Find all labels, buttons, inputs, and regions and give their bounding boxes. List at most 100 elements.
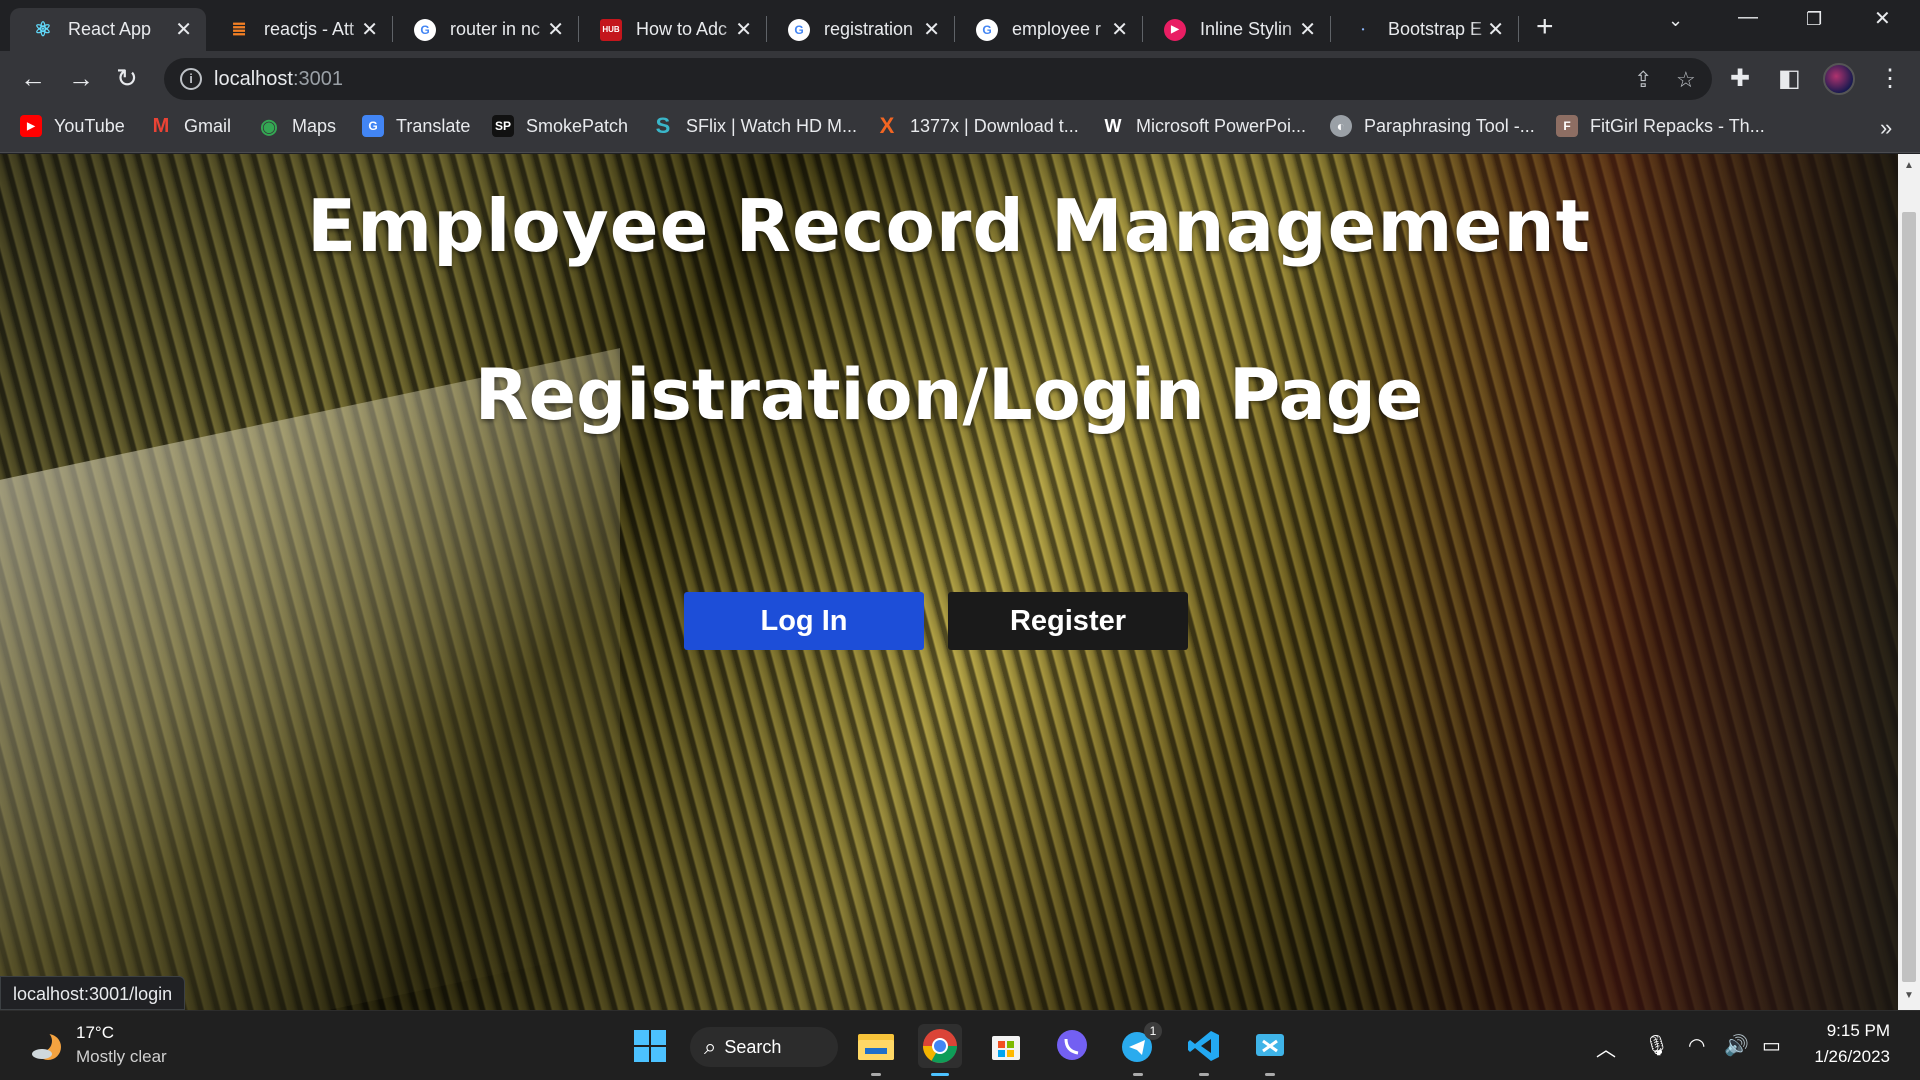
microsoft-store-icon[interactable] bbox=[984, 1024, 1028, 1068]
youtube-icon: ▶ bbox=[20, 115, 42, 137]
page-scrollbar[interactable]: ▲ ▼ bbox=[1898, 154, 1920, 1010]
close-icon[interactable]: ✕ bbox=[735, 17, 752, 42]
bookmark-translate[interactable]: G Translate bbox=[362, 115, 470, 137]
telegram-icon[interactable]: 1 bbox=[1116, 1022, 1162, 1076]
scroll-down-icon[interactable]: ▼ bbox=[1904, 990, 1914, 1001]
bookmark-label: YouTube bbox=[54, 115, 125, 136]
weather-temperature[interactable]: 17°C bbox=[76, 1023, 114, 1043]
share-icon[interactable]: ⇪ bbox=[1634, 67, 1652, 93]
windows-taskbar: 17°C Mostly clear ⌕ Search 1 ︿ 🎙 ◠ 🔊 ▭ 9… bbox=[0, 1010, 1920, 1080]
bookmark-maps[interactable]: ◉ Maps bbox=[258, 115, 337, 138]
volume-icon[interactable]: 🔊 bbox=[1724, 1033, 1749, 1058]
profile-avatar[interactable] bbox=[1823, 63, 1855, 95]
bookmark-label: Translate bbox=[396, 115, 471, 136]
address-url[interactable]: localhost:3001 bbox=[214, 68, 343, 91]
clock-time[interactable]: 9:15 PM bbox=[1806, 1021, 1890, 1041]
close-icon[interactable]: ✕ bbox=[923, 17, 940, 42]
tab-reactjs[interactable]: ≣ reactjs - Att ✕ bbox=[206, 8, 392, 51]
close-icon[interactable]: ✕ bbox=[361, 17, 378, 42]
extensions-puzzle-icon[interactable]: ✚ bbox=[1730, 64, 1750, 93]
bookmark-label: Maps bbox=[292, 115, 337, 136]
site-info-icon[interactable]: i bbox=[180, 68, 202, 90]
forward-arrow-icon[interactable]: → bbox=[68, 63, 94, 94]
window-close-icon[interactable]: ✕ bbox=[1874, 6, 1891, 31]
url-host: localhost bbox=[214, 68, 293, 90]
background-record-shelf-right bbox=[1330, 154, 1898, 1010]
close-icon[interactable]: ✕ bbox=[1487, 17, 1504, 42]
page-title: Employee Record Management bbox=[306, 184, 1592, 268]
menu-kebab-icon[interactable]: ⋮ bbox=[1878, 64, 1902, 93]
tab-search-chevron-icon[interactable]: ⌄ bbox=[1668, 10, 1683, 31]
reload-icon[interactable]: ↻ bbox=[116, 63, 138, 94]
scrollbar-thumb[interactable] bbox=[1902, 212, 1916, 982]
bookmark-label: SFlix | Watch HD M... bbox=[686, 115, 858, 136]
tab-strip: ⚛ React App ✕ ≣ reactjs - Att ✕ G router… bbox=[0, 0, 1920, 51]
restore-icon[interactable]: ❐ bbox=[1806, 9, 1822, 30]
bookmark-label: Gmail bbox=[184, 115, 232, 136]
address-bar[interactable]: i localhost:3001 ⇪ ☆ bbox=[164, 58, 1712, 100]
globe-icon: ◐ bbox=[1330, 115, 1352, 137]
register-button[interactable]: Register bbox=[948, 592, 1188, 650]
new-tab-plus-icon[interactable]: + bbox=[1536, 10, 1554, 44]
scroll-up-icon[interactable]: ▲ bbox=[1904, 160, 1914, 171]
bookmark-label: FitGirl Repacks - Th... bbox=[1590, 115, 1765, 136]
bookmark-smokepatch[interactable]: SP SmokePatch bbox=[492, 115, 628, 137]
weather-moon-icon[interactable] bbox=[28, 1027, 64, 1063]
close-icon[interactable]: ✕ bbox=[1111, 17, 1128, 42]
notification-badge: 1 bbox=[1144, 1022, 1162, 1040]
tab-how-to[interactable]: HUB How to Adc ✕ bbox=[578, 8, 766, 51]
close-icon[interactable]: ✕ bbox=[175, 17, 192, 42]
back-arrow-icon[interactable]: ← bbox=[20, 63, 46, 94]
tab-registration[interactable]: G registration ✕ bbox=[766, 8, 954, 51]
bookmark-powerpoint[interactable]: W Microsoft PowerPoi... bbox=[1102, 115, 1307, 137]
bookmark-sflix[interactable]: S SFlix | Watch HD M... bbox=[652, 113, 858, 138]
tab-router[interactable]: G router in nc ✕ bbox=[392, 8, 578, 51]
search-icon: ⌕ bbox=[704, 1034, 717, 1059]
bookmark-star-icon[interactable]: ☆ bbox=[1676, 67, 1696, 93]
chrome-icon[interactable] bbox=[918, 1024, 962, 1076]
tab-react-app[interactable]: ⚛ React App ✕ bbox=[10, 8, 206, 51]
bookmark-paraphrasing[interactable]: ◐ Paraphrasing Tool -... bbox=[1330, 115, 1535, 137]
tray-overflow-chevron-icon[interactable]: ︿ bbox=[1596, 1033, 1616, 1062]
bookmark-label: Paraphrasing Tool -... bbox=[1364, 115, 1535, 136]
viber-icon[interactable] bbox=[1050, 1024, 1094, 1068]
tab-title: reactjs - Att bbox=[264, 19, 355, 39]
tab-employee[interactable]: G employee r ✕ bbox=[954, 8, 1142, 51]
login-button[interactable]: Log In bbox=[684, 592, 924, 650]
taskbar-search[interactable]: ⌕ Search bbox=[690, 1027, 838, 1067]
bookmark-1377x[interactable]: X 1377x | Download t... bbox=[876, 113, 1079, 138]
weather-description[interactable]: Mostly clear bbox=[76, 1047, 167, 1067]
wifi-icon[interactable]: ◠ bbox=[1688, 1033, 1705, 1058]
running-indicator bbox=[1199, 1073, 1209, 1076]
tab-title: How to Adc bbox=[636, 19, 728, 39]
bookmark-youtube[interactable]: ▶ YouTube bbox=[20, 115, 125, 137]
clock-date[interactable]: 1/26/2023 bbox=[1796, 1047, 1890, 1067]
tab-bootstrap[interactable]: • Bootstrap E ✕ bbox=[1330, 8, 1518, 51]
bookmarks-bar: ▶ YouTube M Gmail ◉ Maps G Translate SP … bbox=[0, 105, 1920, 153]
tab-inline-styling[interactable]: ▶ Inline Stylin ✕ bbox=[1142, 8, 1330, 51]
minimize-icon[interactable]: — bbox=[1738, 6, 1758, 29]
running-indicator bbox=[1265, 1073, 1275, 1076]
active-indicator bbox=[931, 1073, 949, 1076]
hub-icon: HUB bbox=[600, 18, 622, 41]
bookmarks-overflow-icon[interactable]: » bbox=[1880, 115, 1892, 141]
running-indicator bbox=[1133, 1073, 1143, 1076]
page-content: Employee Record Management Registration/… bbox=[0, 154, 1898, 1010]
browser-toolbar: ← → ↻ i localhost:3001 ⇪ ☆ ✚ ◧ ⋮ bbox=[0, 51, 1920, 105]
snipping-tool-icon[interactable] bbox=[1248, 1024, 1292, 1076]
file-explorer-icon[interactable] bbox=[854, 1024, 898, 1076]
start-windows-icon[interactable] bbox=[628, 1024, 672, 1068]
bookmark-fitgirl[interactable]: F FitGirl Repacks - Th... bbox=[1556, 115, 1765, 137]
microphone-icon[interactable]: 🎙 bbox=[1644, 1033, 1669, 1058]
side-panel-icon[interactable]: ◧ bbox=[1778, 64, 1801, 93]
vscode-icon[interactable] bbox=[1182, 1024, 1226, 1076]
bookmark-label: 1377x | Download t... bbox=[910, 115, 1079, 136]
close-icon[interactable]: ✕ bbox=[1299, 17, 1316, 42]
status-bubble-url: localhost:3001/login bbox=[0, 976, 186, 1010]
loading-icon: • bbox=[1361, 25, 1365, 34]
bookmark-gmail[interactable]: M Gmail bbox=[150, 115, 231, 137]
stackoverflow-icon: ≣ bbox=[231, 19, 247, 39]
battery-icon[interactable]: ▭ bbox=[1762, 1033, 1781, 1058]
tab-title: router in nc bbox=[450, 19, 541, 39]
close-icon[interactable]: ✕ bbox=[547, 17, 564, 42]
